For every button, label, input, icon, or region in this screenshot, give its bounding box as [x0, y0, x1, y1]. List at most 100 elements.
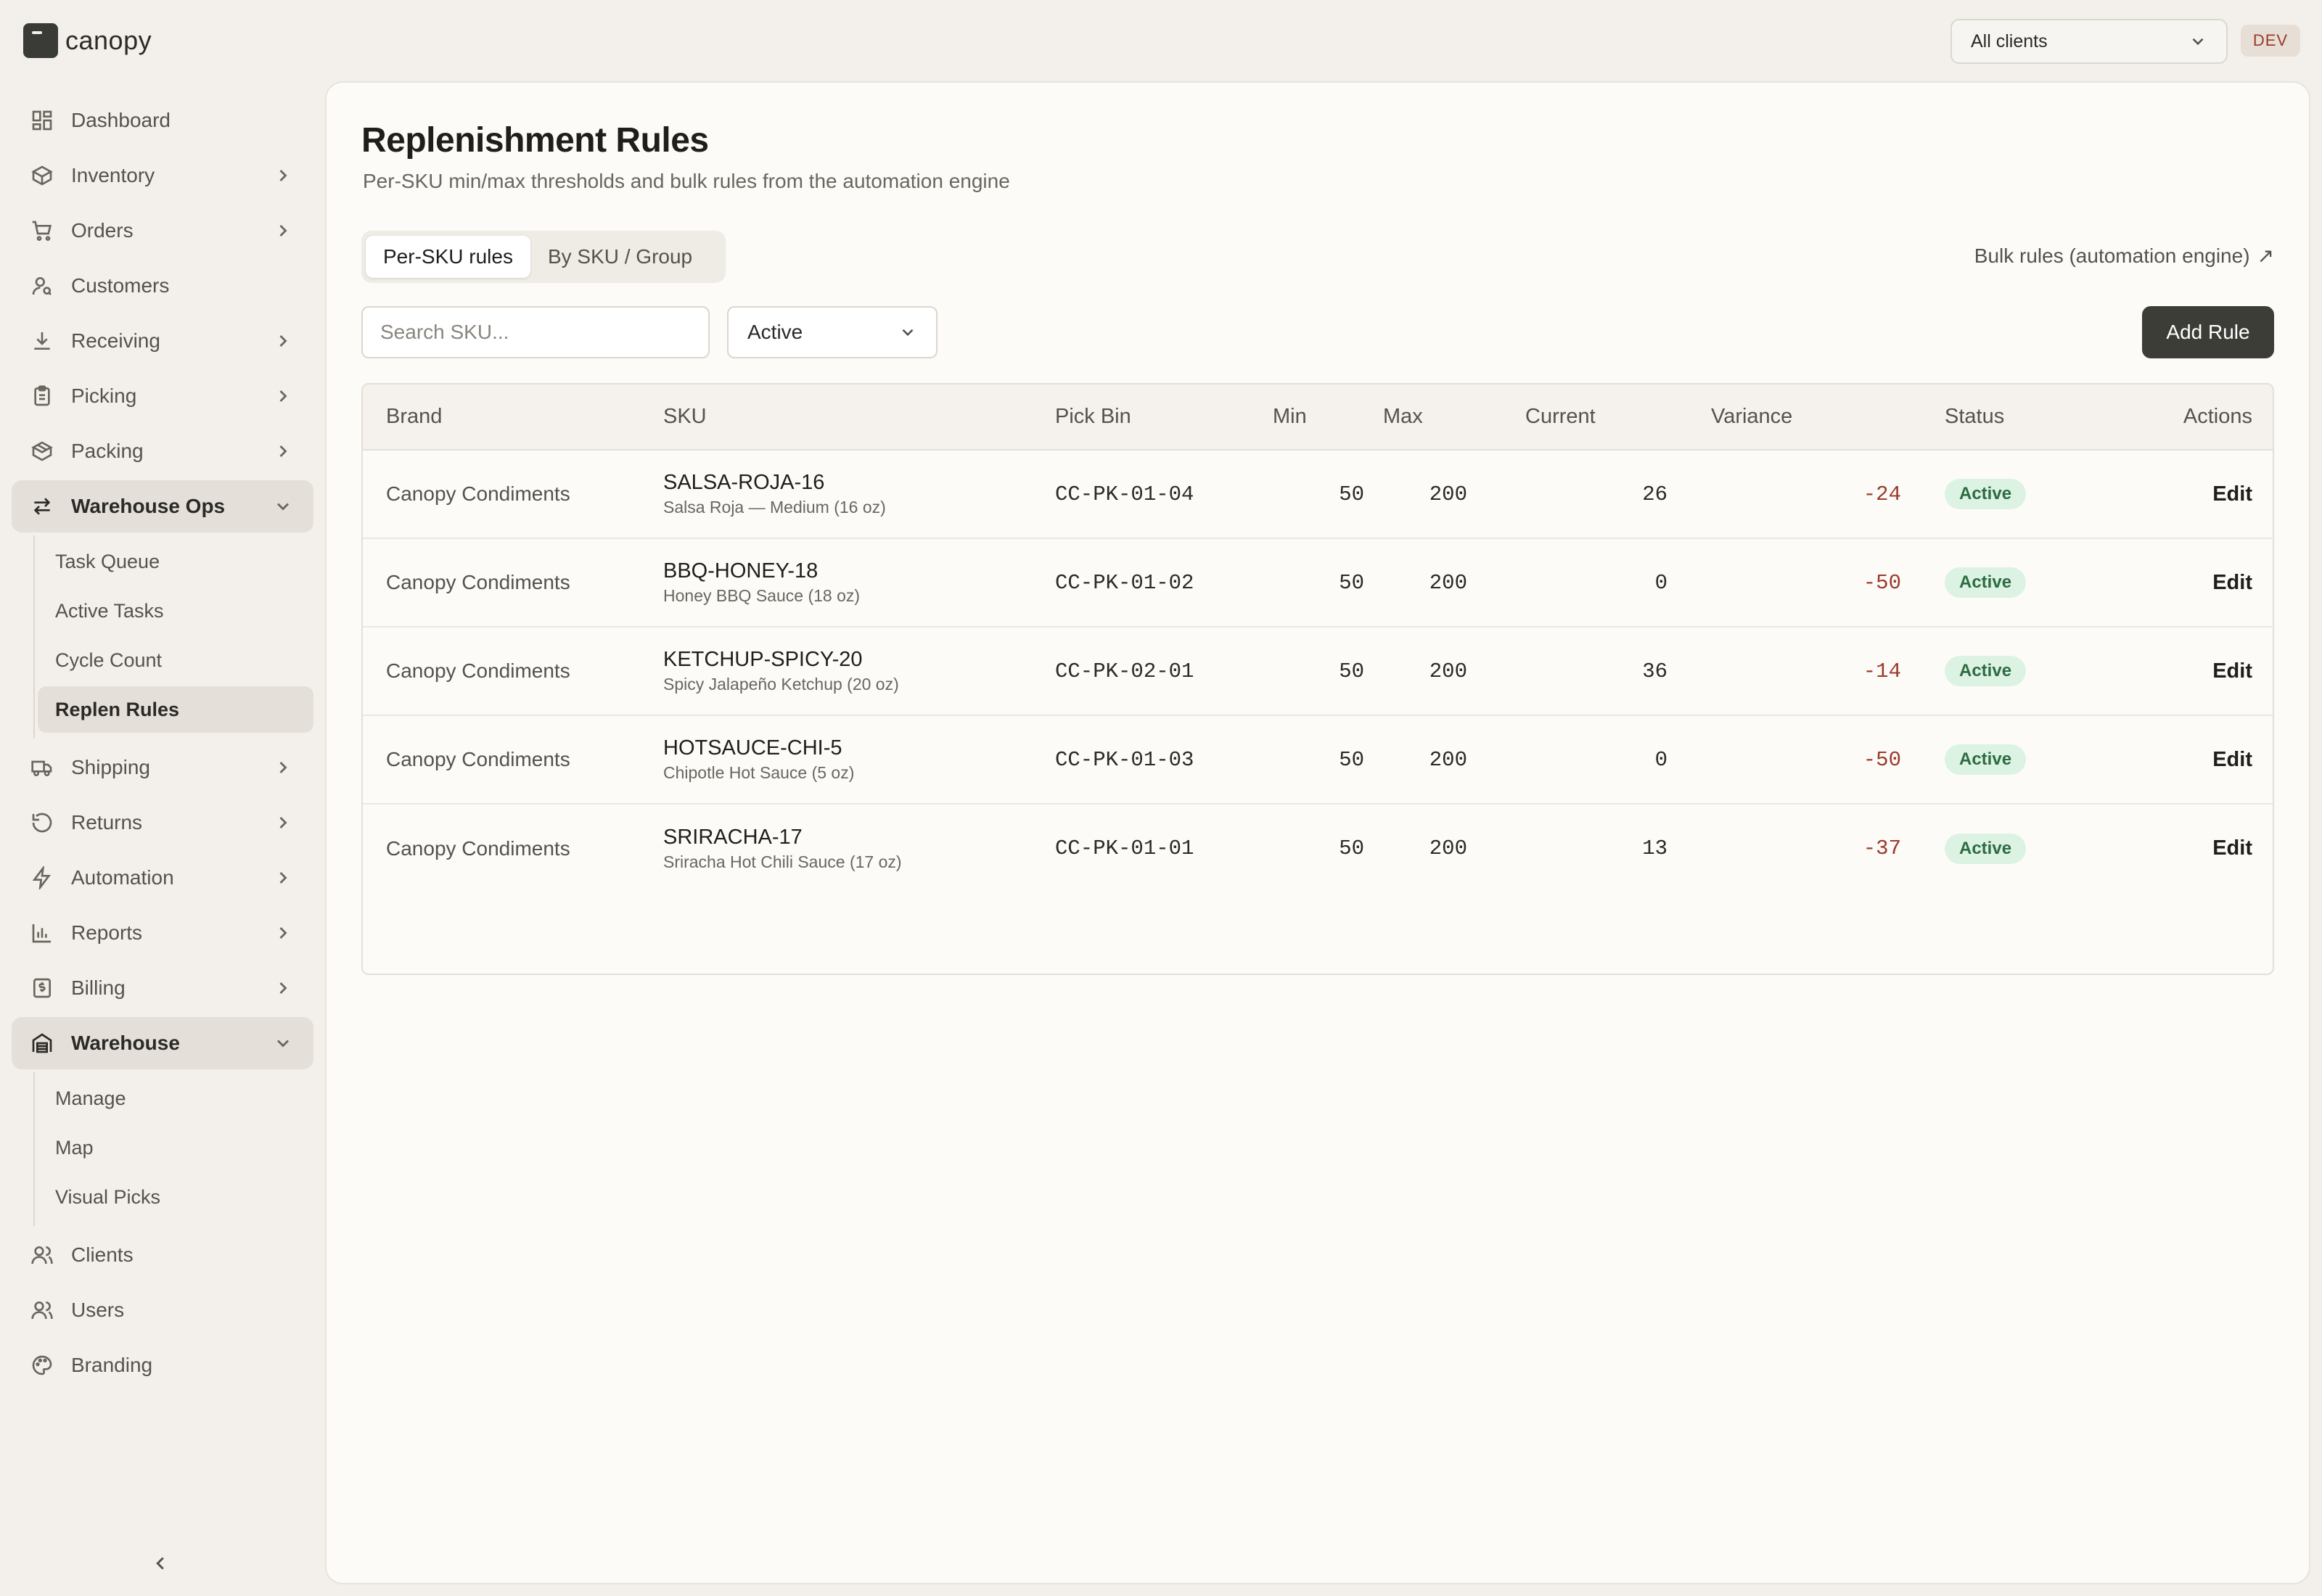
sidebar-item-receiving[interactable]: Receiving	[12, 315, 313, 367]
sidebar-collapse-button[interactable]	[149, 1552, 176, 1579]
sidebar-item-label: Receiving	[71, 329, 160, 352]
cell-variance: -37	[1863, 836, 1901, 860]
logo[interactable]: canopy	[23, 22, 152, 59]
sidebar-item-users[interactable]: Users	[12, 1284, 313, 1336]
sidebar-subitem-replen-rules[interactable]: Replen Rules	[38, 686, 313, 733]
sidebar-item-returns[interactable]: Returns	[12, 797, 313, 849]
page-title: Replenishment Rules	[361, 121, 709, 160]
sidebar-submenu-warehouse: Manage Map Visual Picks	[33, 1072, 313, 1226]
chevron-right-icon	[273, 978, 293, 998]
sidebar-subitem-manage[interactable]: Manage	[38, 1075, 313, 1122]
search-input[interactable]	[361, 306, 710, 358]
sku-product-name: Salsa Roja — Medium (16 oz)	[663, 498, 886, 517]
status-filter-select[interactable]: Active	[727, 306, 938, 358]
package-icon	[29, 438, 55, 464]
cell-sku: KETCHUP-SPICY-20 Spicy Jalapeño Ketchup (…	[663, 627, 1055, 715]
cell-sku: SRIRACHA-17 Sriracha Hot Chili Sauce (17 …	[663, 804, 1055, 892]
sidebar-item-packing[interactable]: Packing	[12, 425, 313, 477]
sidebar-subitem-cycle-count[interactable]: Cycle Count	[38, 637, 313, 683]
download-icon	[29, 328, 55, 354]
client-select[interactable]: All clients	[1950, 19, 2228, 64]
cell-min: 50	[1339, 747, 1364, 772]
sidebar-subitem-task-queue[interactable]: Task Queue	[38, 538, 313, 585]
column-header-variance: Variance	[1711, 384, 1907, 451]
sku-product-name: Spicy Jalapeño Ketchup (20 oz)	[663, 675, 899, 694]
sidebar-item-label: Warehouse	[71, 1032, 180, 1054]
sidebar-subitem-map[interactable]: Map	[38, 1124, 313, 1171]
truck-icon	[29, 754, 55, 781]
logo-text: canopy	[65, 25, 152, 55]
cell-pick-bin: CC-PK-02-01	[1055, 659, 1194, 683]
chevron-right-icon	[273, 331, 293, 351]
status-badge: Active	[1945, 656, 2027, 686]
edit-button[interactable]: Edit	[2074, 804, 2273, 892]
sidebar-subitem-visual-picks[interactable]: Visual Picks	[38, 1174, 313, 1220]
chevron-down-icon	[273, 496, 293, 517]
sku-code: SALSA-ROJA-16	[663, 471, 825, 494]
table-row[interactable]: Canopy Condiments HOTSAUCE-CHI-5 Chipotle …	[363, 715, 2273, 804]
sku-code: BBQ-HONEY-18	[663, 559, 819, 583]
cart-icon	[29, 218, 55, 244]
sidebar-item-label: Reports	[71, 921, 143, 944]
sidebar-item-orders[interactable]: Orders	[12, 205, 313, 257]
chevron-right-icon	[273, 221, 293, 241]
sidebar-item-label: Shipping	[71, 756, 150, 778]
cell-brand: Canopy Condiments	[386, 482, 570, 505]
sidebar-item-inventory[interactable]: Inventory	[12, 149, 313, 202]
sidebar-item-automation[interactable]: Automation	[12, 852, 313, 904]
column-header-status: Status	[1907, 384, 2074, 451]
cell-max: 200	[1429, 836, 1467, 860]
cell-variance: -14	[1863, 659, 1901, 683]
table-row[interactable]: Canopy Condiments KETCHUP-SPICY-20 Spicy J…	[363, 627, 2273, 715]
sidebar-item-billing[interactable]: Billing	[12, 962, 313, 1014]
column-header-sku: SKU	[663, 384, 1055, 451]
cell-max: 200	[1429, 570, 1467, 595]
sku-code: HOTSAUCE-CHI-5	[663, 736, 842, 760]
edit-button[interactable]: Edit	[2074, 538, 2273, 627]
user-search-icon	[29, 273, 55, 299]
table-row[interactable]: Canopy Condiments SALSA-ROJA-16 Salsa Roja…	[363, 450, 2273, 538]
sidebar: Dashboard Inventory Orders Customers Receivi…	[12, 94, 313, 1394]
sidebar-item-label: Inventory	[71, 164, 155, 186]
sku-product-name: Chipotle Hot Sauce (5 oz)	[663, 763, 855, 782]
sidebar-item-label: Billing	[71, 976, 126, 999]
rotate-ccw-icon	[29, 810, 55, 836]
users-icon	[29, 1242, 55, 1268]
cell-status: Active	[1907, 804, 2074, 892]
sidebar-item-warehouse-ops[interactable]: Warehouse Ops	[12, 480, 313, 532]
warehouse-icon	[29, 1030, 55, 1056]
chevron-down-icon	[2192, 38, 2204, 46]
status-filter-value: Active	[747, 321, 803, 343]
sidebar-item-customers[interactable]: Customers	[12, 260, 313, 312]
sidebar-item-label: Branding	[71, 1354, 153, 1376]
env-badge: DEV	[2241, 25, 2300, 57]
sidebar-item-label: Dashboard	[71, 109, 171, 131]
tab-by-sku-group[interactable]: By SKU / Group	[530, 236, 710, 278]
sidebar-item-label: Packing	[71, 440, 144, 462]
sku-product-name: Sriracha Hot Chili Sauce (17 oz)	[663, 852, 902, 871]
edit-button[interactable]: Edit	[2074, 450, 2273, 538]
sidebar-subitem-active-tasks[interactable]: Active Tasks	[38, 588, 313, 634]
cell-variance: -50	[1863, 747, 1901, 772]
column-header-max: Max	[1383, 384, 1525, 451]
column-header-brand: Brand	[363, 384, 663, 451]
cell-current: 26	[1642, 482, 1667, 506]
edit-button[interactable]: Edit	[2074, 715, 2273, 804]
sidebar-item-branding[interactable]: Branding	[12, 1339, 313, 1391]
sidebar-item-clients[interactable]: Clients	[12, 1229, 313, 1281]
sidebar-item-dashboard[interactable]: Dashboard	[12, 94, 313, 147]
edit-button[interactable]: Edit	[2074, 627, 2273, 715]
sidebar-item-shipping[interactable]: Shipping	[12, 741, 313, 794]
sidebar-item-picking[interactable]: Picking	[12, 370, 313, 422]
bulk-rules-link[interactable]: Bulk rules (automation engine) ↗	[1974, 244, 2274, 268]
table-row[interactable]: Canopy Condiments SRIRACHA-17 Sriracha Hot…	[363, 804, 2273, 892]
cell-variance: -50	[1863, 570, 1901, 595]
column-header-actions: Actions	[2074, 384, 2273, 451]
bulk-rules-link-label: Bulk rules (automation engine)	[1974, 244, 2250, 267]
tab-per-sku-rules[interactable]: Per-SKU rules	[366, 236, 530, 278]
sidebar-item-label: Picking	[71, 384, 137, 407]
sidebar-item-warehouse[interactable]: Warehouse	[12, 1017, 313, 1069]
sidebar-item-reports[interactable]: Reports	[12, 907, 313, 959]
add-rule-button[interactable]: Add Rule	[2142, 306, 2274, 358]
table-row[interactable]: Canopy Condiments BBQ-HONEY-18 Honey BBQ S…	[363, 538, 2273, 627]
